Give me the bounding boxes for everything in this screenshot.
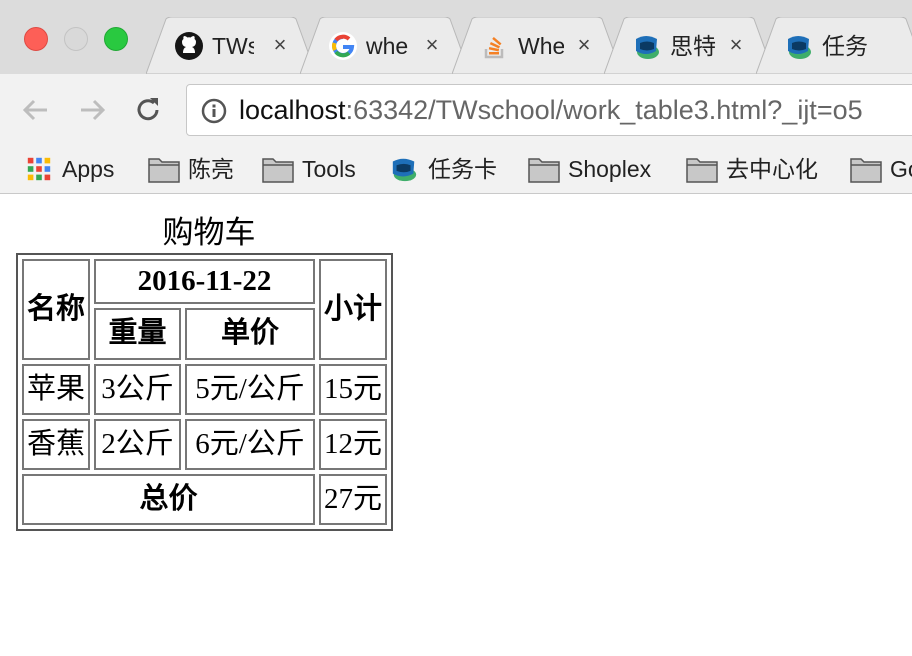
tab-google[interactable]: whe × [300,17,470,74]
cell-unit-price: 5元/公斤 [185,364,315,415]
url-host: localhost [239,95,346,125]
total-row: 总价 27元 [22,474,387,525]
bookmark-label: Go [890,156,912,182]
bookmark-label: Shoplex [568,156,652,182]
folder-icon [850,158,882,183]
bookmark-renwuka[interactable]: 任务卡 [388,151,497,187]
folder-icon [686,158,718,183]
bookmark-label: 任务卡 [428,156,497,182]
google-icon [329,32,357,60]
browser-toolbar: localhost:63342/TWschool/work_table3.htm… [0,74,912,146]
page-content: 购物车 名称 2016-11-22 小计 重量 单价 苹果 3公斤 5元/公斤 … [0,195,912,656]
title-bar: TWs × whe × Whe × 思特 × 任务 [0,0,912,74]
bookmark-label: 去中心化 [726,156,818,182]
header-date: 2016-11-22 [94,259,315,304]
bookmark-folder-shoplex[interactable]: Shoplex [528,151,651,187]
total-label: 总价 [22,474,315,525]
table-caption: 购物车 [162,215,256,250]
cell-subtotal: 15元 [319,364,387,415]
header-weight: 重量 [94,307,181,360]
folder-icon [148,158,180,183]
table-row: 香蕉 2公斤 6元/公斤 12元 [22,419,387,470]
back-arrow-icon[interactable] [20,94,52,126]
header-unit-price: 单价 [185,307,315,360]
tab-title: whe [366,33,409,59]
bookmark-folder-chenliang[interactable]: 陈亮 [148,151,234,187]
shopping-cart-table: 名称 2016-11-22 小计 重量 单价 苹果 3公斤 5元/公斤 15元 … [16,253,393,531]
bookmark-label: 陈亮 [188,156,234,182]
bookmark-folder-tools[interactable]: Tools [262,151,356,187]
bookmark-apps[interactable]: Apps [24,151,114,187]
tab-title: 任务 [822,33,868,59]
tab-close-icon[interactable]: × [266,30,294,60]
reload-icon[interactable] [132,94,164,126]
tab-title: 思特 [670,33,716,59]
bookmark-label: Tools [302,156,356,182]
folder-icon [528,158,560,183]
tab-title: TWs [212,33,254,59]
tab-stackoverflow[interactable]: Whe × [452,17,622,74]
header-name: 名称 [22,259,90,360]
cell-unit-price: 6元/公斤 [185,419,315,470]
tab-sitewu[interactable]: 思特 × [604,17,774,74]
bookmark-folder-decentralized[interactable]: 去中心化 [686,151,818,187]
bookmark-label: Apps [62,156,115,182]
address-bar[interactable]: localhost:63342/TWschool/work_table3.htm… [186,84,912,136]
window-maximize-button[interactable] [104,27,128,51]
tab-close-icon[interactable]: × [722,30,750,60]
cell-weight: 3公斤 [94,364,181,415]
url-text: localhost:63342/TWschool/work_table3.htm… [239,94,863,126]
stackoverflow-icon [484,37,504,59]
bookmark-folder-go[interactable]: Go [850,151,912,187]
cell-name: 苹果 [22,364,90,415]
thoughtworks-icon [636,36,659,59]
folder-icon [262,158,294,183]
tab-github[interactable]: TWs × [146,17,316,74]
window-minimize-button[interactable] [64,27,88,51]
cell-subtotal: 12元 [319,419,387,470]
tab-close-icon[interactable]: × [570,30,598,60]
url-path: :63342/TWschool/work_table3.html?_ijt=o5 [345,95,863,125]
forward-arrow-icon[interactable] [76,94,108,126]
thoughtworks-icon [392,158,417,182]
github-icon [175,32,203,60]
cell-weight: 2公斤 [94,419,181,470]
header-subtotal: 小计 [319,259,387,360]
apps-grid-icon [27,157,51,181]
tab-title: Whe [518,33,564,59]
bookmarks-bar: Apps 陈亮 Tools 任务卡 Shoplex 去中心化 G [0,146,912,194]
info-icon[interactable] [201,98,227,124]
tab-close-icon[interactable]: × [418,30,446,60]
tab-renwu[interactable]: 任务 [756,17,912,74]
window-close-button[interactable] [24,27,48,51]
table-row: 苹果 3公斤 5元/公斤 15元 [22,364,387,415]
thoughtworks-icon [788,36,811,59]
total-value: 27元 [319,474,387,525]
cell-name: 香蕉 [22,419,90,470]
